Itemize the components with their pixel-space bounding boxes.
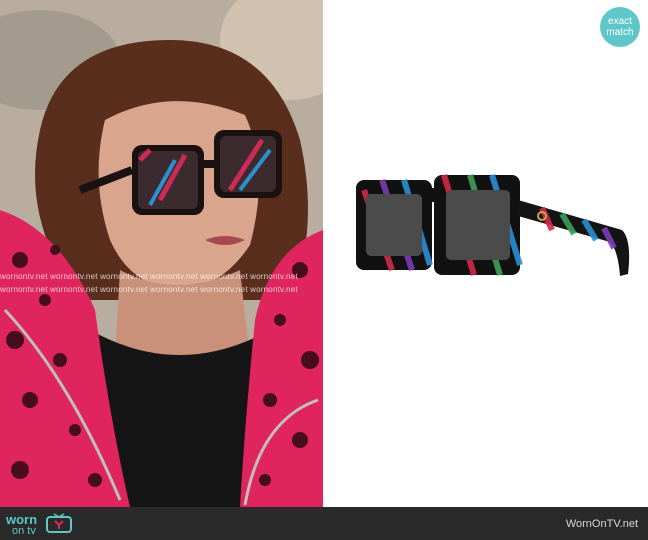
tv-icon bbox=[46, 513, 72, 533]
sunglasses-illustration bbox=[356, 174, 630, 276]
sunglasses-image[interactable] bbox=[352, 170, 632, 285]
footer-bar: worn on tv WornOnTV.net bbox=[0, 507, 648, 540]
watermark-text: wornontv.net wornontv.net wornontv.net w… bbox=[0, 285, 298, 294]
wornontv-logo[interactable]: worn on tv bbox=[6, 510, 86, 538]
badge-line-1: exact bbox=[608, 16, 632, 27]
logo-on-text: on tv bbox=[12, 525, 36, 537]
site-brand-text[interactable]: WornOnTV.net bbox=[566, 518, 638, 530]
photo-illustration bbox=[0, 0, 323, 507]
badge-line-2: match bbox=[606, 27, 634, 38]
celebrity-photo: wornontv.net wornontv.net wornontv.net w… bbox=[0, 0, 323, 507]
watermark-text: wornontv.net wornontv.net wornontv.net w… bbox=[0, 272, 298, 281]
exact-match-badge[interactable]: exact match bbox=[600, 7, 640, 47]
